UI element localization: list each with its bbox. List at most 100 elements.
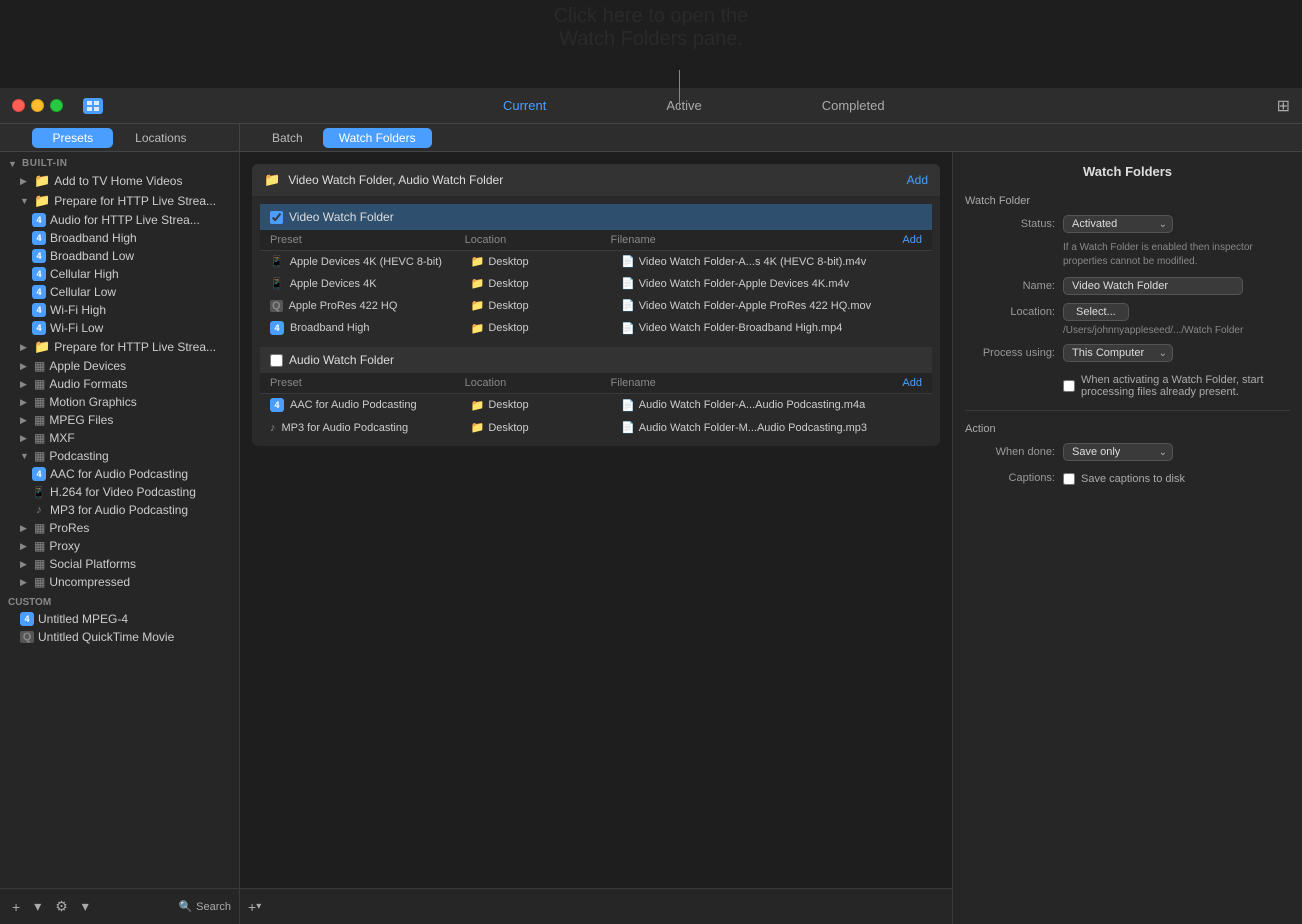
when-done-select[interactable]: Save only Delete source xyxy=(1063,443,1173,461)
sidebar-item-prepare-http2[interactable]: ▶ 📁 Prepare for HTTP Live Strea... xyxy=(0,337,239,357)
grid-icon: ▦ xyxy=(34,521,45,535)
activate-checkbox-label[interactable]: When activating a Watch Folder, start pr… xyxy=(1063,374,1290,398)
sidebar-item-cellular-low[interactable]: 4 Cellular Low xyxy=(0,283,239,301)
fullscreen-button[interactable] xyxy=(50,99,63,112)
sidebar-item-mpeg-files[interactable]: ▶ ▦ MPEG Files xyxy=(0,411,239,429)
item-label: H.264 for Video Podcasting xyxy=(50,485,196,499)
tooltip-line2: Watch Folders pane. xyxy=(0,28,1302,51)
search-box[interactable]: 🔍 Search xyxy=(178,900,231,913)
captions-checkbox-label[interactable]: Save captions to disk xyxy=(1063,473,1290,485)
sidebar-item-add-tv[interactable]: ▶ 📁 Add to TV Home Videos xyxy=(0,171,239,191)
minimize-button[interactable] xyxy=(31,99,44,112)
location-folder-icon: 📁 xyxy=(471,255,485,268)
when-done-select-wrap: Save only Delete source xyxy=(1063,443,1173,461)
location-select-button[interactable]: Select... xyxy=(1063,303,1129,321)
sidebar-item-h264-podcasting[interactable]: 📱 H.264 for Video Podcasting xyxy=(0,483,239,501)
arrow-icon: ▶ xyxy=(20,379,30,390)
activate-checkbox[interactable] xyxy=(1063,380,1075,392)
tab-batch[interactable]: Batch xyxy=(256,128,319,148)
grid-icon: ▦ xyxy=(34,359,45,373)
arrow-icon: ▶ xyxy=(20,342,30,353)
process-select[interactable]: This Computer xyxy=(1063,344,1173,362)
arrow-icon: ▼ xyxy=(20,451,30,461)
captions-checkbox[interactable] xyxy=(1063,473,1075,485)
sidebar-item-untitled-quicktime[interactable]: Q Untitled QuickTime Movie xyxy=(0,628,239,646)
watch-folder-props-section: Watch Folder Status: Activated Deactivat… xyxy=(965,195,1290,398)
sidebar-item-wifi-high[interactable]: 4 Wi-Fi High xyxy=(0,301,239,319)
add-preset-button[interactable]: + xyxy=(8,897,24,917)
tab-presets[interactable]: Presets xyxy=(32,128,113,148)
sidebar-item-podcasting[interactable]: ▼ ▦ Podcasting xyxy=(0,447,239,465)
location-name: Desktop xyxy=(488,278,528,290)
file-icon: 📄 xyxy=(621,277,635,290)
location-name: Desktop xyxy=(488,256,528,268)
sidebar-item-untitled-mpeg4[interactable]: 4 Untitled MPEG-4 xyxy=(0,610,239,628)
section-custom: CUSTOM xyxy=(0,591,239,610)
audio-folder-checkbox[interactable] xyxy=(270,354,283,367)
sidebar-item-mxf[interactable]: ▶ ▦ MXF xyxy=(0,429,239,447)
sidebar-item-broadband-high[interactable]: 4 Broadband High xyxy=(0,229,239,247)
sidebar-item-prores[interactable]: ▶ ▦ ProRes xyxy=(0,519,239,537)
badge: 4 xyxy=(32,213,46,227)
sidebar-item-audio-http[interactable]: 4 Audio for HTTP Live Strea... xyxy=(0,211,239,229)
name-input[interactable] xyxy=(1063,277,1243,295)
status-value: Activated Deactivated xyxy=(1063,215,1290,233)
sidebar-item-audio-formats[interactable]: ▶ ▦ Audio Formats xyxy=(0,375,239,393)
video-row-1[interactable]: 📱 Apple Devices 4K (HEVC 8-bit) 📁 Deskto… xyxy=(260,251,932,273)
sidebar-item-motion-graphics[interactable]: ▶ ▦ Motion Graphics xyxy=(0,393,239,411)
location-folder-icon: 📁 xyxy=(471,421,485,434)
add-preset-arrow[interactable]: ▾ xyxy=(30,896,45,917)
preset-name: Apple Devices 4K xyxy=(290,278,377,290)
item-label: Motion Graphics xyxy=(49,395,136,409)
sidebar-content: ▼ BUILT-IN ▶ 📁 Add to TV Home Videos ▼ 📁… xyxy=(0,152,239,888)
close-button[interactable] xyxy=(12,99,25,112)
sidebar-item-aac-podcasting[interactable]: 4 AAC for Audio Podcasting xyxy=(0,465,239,483)
tab-active[interactable]: Active xyxy=(606,94,761,117)
action-section: Action When done: Save only Delete sourc… xyxy=(965,423,1290,485)
sidebar-item-cellular-high[interactable]: 4 Cellular High xyxy=(0,265,239,283)
status-select[interactable]: Activated Deactivated xyxy=(1063,215,1173,233)
item-label: Proxy xyxy=(49,539,80,553)
video-folder-checkbox[interactable] xyxy=(270,211,283,224)
item-label: Untitled MPEG-4 xyxy=(38,612,128,626)
sidebar-item-prepare-http[interactable]: ▼ 📁 Prepare for HTTP Live Strea... xyxy=(0,191,239,211)
builtin-toggle-icon[interactable]: ▼ xyxy=(8,159,18,169)
sidebar-item-broadband-low[interactable]: 4 Broadband Low xyxy=(0,247,239,265)
process-using-row: Process using: This Computer xyxy=(965,344,1290,362)
video-folder-table: Preset Location Filename Add 📱 Apple De xyxy=(260,230,932,339)
sidebar-item-apple-devices[interactable]: ▶ ▦ Apple Devices xyxy=(0,357,239,375)
tab-locations[interactable]: Locations xyxy=(115,128,206,148)
video-row-3[interactable]: Q Apple ProRes 422 HQ 📁 Desktop 📄 Video … xyxy=(260,295,932,317)
tab-watch-folders[interactable]: Watch Folders xyxy=(323,128,432,148)
video-table-header: Preset Location Filename Add xyxy=(260,230,932,251)
audio-row-2[interactable]: ♪ MP3 for Audio Podcasting 📁 Desktop 📄 A… xyxy=(260,417,932,438)
sidebar-item-proxy[interactable]: ▶ ▦ Proxy xyxy=(0,537,239,555)
group-add-button[interactable]: Add xyxy=(907,173,928,187)
video-row-2[interactable]: 📱 Apple Devices 4K 📁 Desktop 📄 Video Wat… xyxy=(260,273,932,295)
audio-table-add-button[interactable]: Add xyxy=(902,377,922,389)
sidebar: ▼ BUILT-IN ▶ 📁 Add to TV Home Videos ▼ 📁… xyxy=(0,152,240,924)
video-row-4[interactable]: 4 Broadband High 📁 Desktop 📄 Video Watch… xyxy=(260,317,932,339)
center-add-arrow[interactable]: ▾ xyxy=(256,901,261,912)
audio-folder-title: Audio Watch Folder xyxy=(289,353,394,367)
tab-completed[interactable]: Completed xyxy=(762,94,945,117)
audio-watch-folder-section: Audio Watch Folder Preset Location Filen… xyxy=(260,347,932,438)
location-name: Desktop xyxy=(488,300,528,312)
settings-gear-button[interactable]: ⚙ xyxy=(51,896,72,917)
sidebar-item-uncompressed[interactable]: ▶ ▦ Uncompressed xyxy=(0,573,239,591)
watch-folder-props-label: Watch Folder xyxy=(965,195,1290,207)
video-table-add-button[interactable]: Add xyxy=(902,234,922,246)
audio-row-1[interactable]: 4 AAC for Audio Podcasting 📁 Desktop 📄 A… xyxy=(260,394,932,417)
settings-gear-arrow[interactable]: ▾ xyxy=(78,896,93,917)
arrow-icon: ▶ xyxy=(20,415,30,426)
tab-current[interactable]: Current xyxy=(443,94,606,117)
captions-value: Save captions to disk xyxy=(1063,469,1290,485)
settings-icon[interactable]: ⊞ xyxy=(1277,96,1290,116)
col-location-header: Location xyxy=(465,234,611,246)
center-add-button[interactable]: + xyxy=(248,899,256,915)
sidebar-item-social-platforms[interactable]: ▶ ▦ Social Platforms xyxy=(0,555,239,573)
q-badge: Q xyxy=(20,631,34,643)
sidebar-item-mp3-podcasting[interactable]: ♪ MP3 for Audio Podcasting xyxy=(0,501,239,519)
item-label: Untitled QuickTime Movie xyxy=(38,630,174,644)
sidebar-item-wifi-low[interactable]: 4 Wi-Fi Low xyxy=(0,319,239,337)
